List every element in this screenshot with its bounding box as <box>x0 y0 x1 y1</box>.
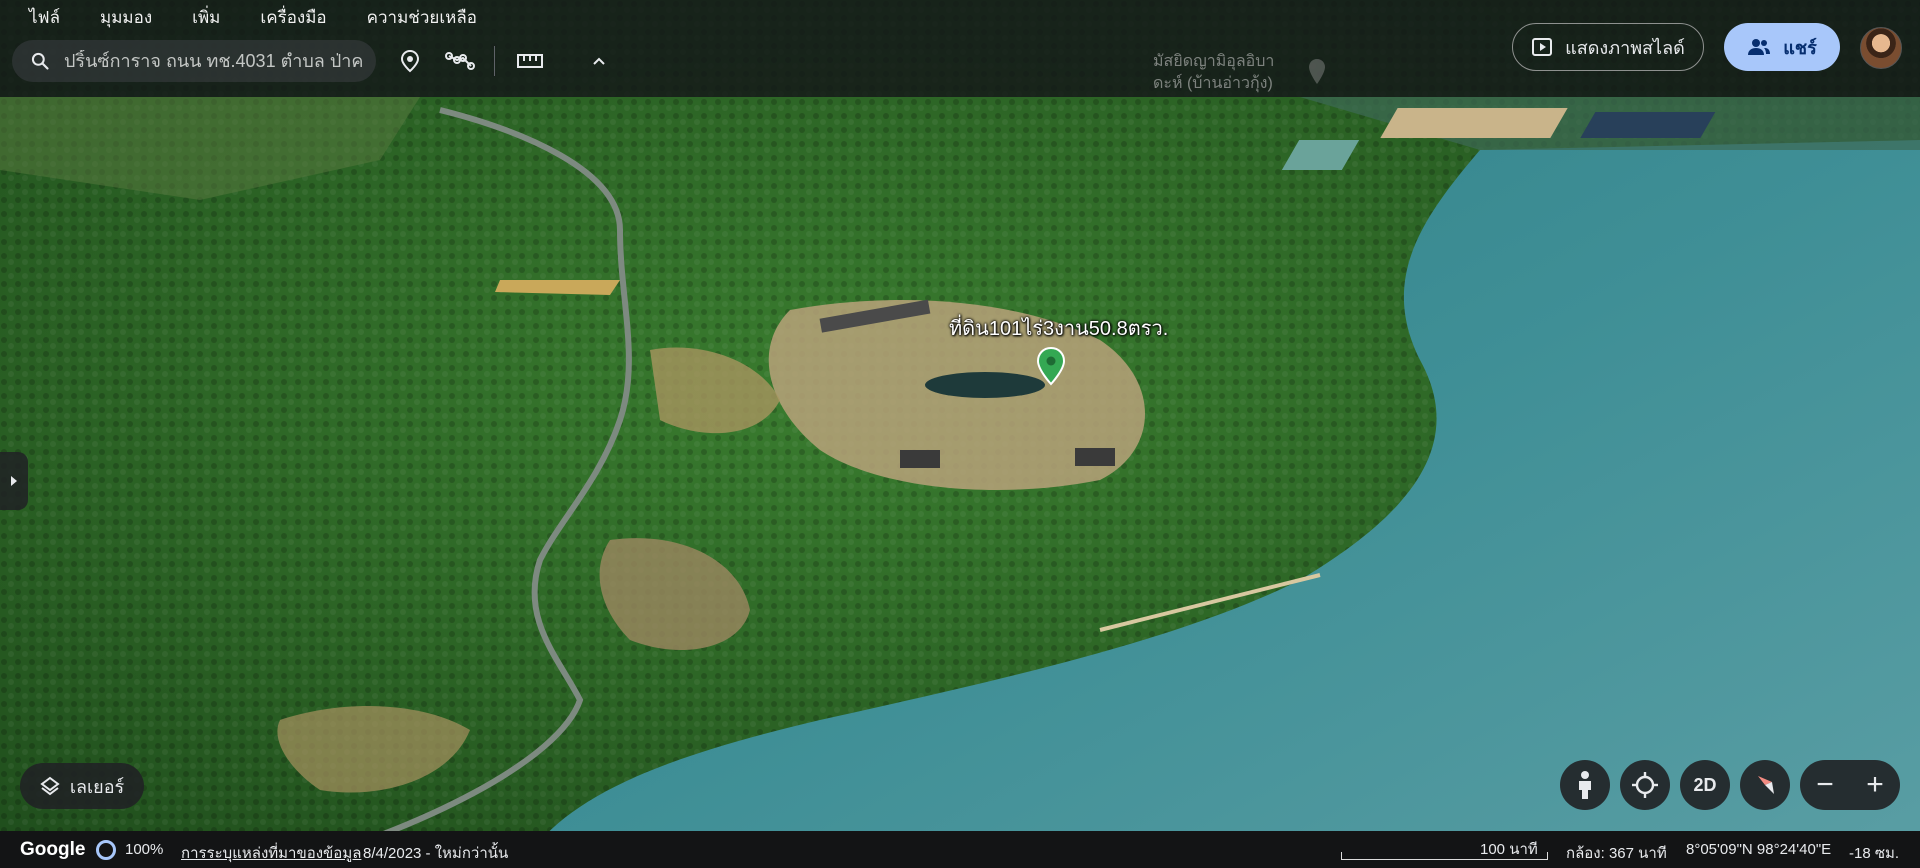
search-icon[interactable] <box>30 51 50 71</box>
pin-icon <box>400 49 420 73</box>
layers-button[interactable]: เลเยอร์ <box>20 763 144 809</box>
compass-icon <box>1758 776 1774 794</box>
compass-button[interactable] <box>1740 760 1790 810</box>
measure-button[interactable] <box>513 44 547 78</box>
chevron-up-icon <box>593 57 605 65</box>
menu-tools[interactable]: เครื่องมือ <box>240 4 346 31</box>
slideshow-label: แสดงภาพสไลด์ <box>1565 37 1685 58</box>
side-panel-toggle[interactable] <box>0 452 28 510</box>
street-view-button[interactable] <box>1560 760 1610 810</box>
path-icon <box>445 52 475 70</box>
google-logo: Google <box>20 839 86 860</box>
menu-view[interactable]: มุมมอง <box>80 4 172 31</box>
ruler-icon <box>517 54 543 68</box>
zoom-out-button[interactable]: − <box>1800 760 1850 810</box>
top-bar: ไฟล์ มุมมอง เพิ่ม เครื่องมือ ความช่วยเหล… <box>0 0 1920 97</box>
layers-icon <box>40 776 60 796</box>
share-button[interactable]: แชร์ <box>1724 23 1840 71</box>
poi-pin-icon[interactable] <box>1307 58 1327 86</box>
menu-bar: ไฟล์ มุมมอง เพิ่ม เครื่องมือ ความช่วยเหล… <box>0 0 497 34</box>
draw-path-button[interactable] <box>443 44 477 78</box>
satellite-imagery <box>0 0 1920 868</box>
poi-label: มัสยิดญามิอุลอิบา ดะห์ (บ้านอ่าวกุ้ง) <box>1153 53 1275 92</box>
chevron-right-icon <box>11 476 17 486</box>
add-placemark-button[interactable] <box>393 44 427 78</box>
collapse-toolbar-button[interactable] <box>582 44 616 78</box>
placemark-pin-icon[interactable] <box>1035 346 1067 386</box>
status-bar: Google 100% การระบุแหล่งที่มาของข้อมูล 8… <box>0 831 1920 868</box>
placemark-label[interactable]: ที่ดิน101ไร่3งาน50.8ตรว. <box>949 312 1168 344</box>
imagery-date[interactable]: 8/4/2023 - ใหม่กว่านั้น <box>363 841 508 865</box>
avatar[interactable] <box>1860 27 1902 69</box>
people-icon <box>1748 39 1771 55</box>
my-location-button[interactable] <box>1620 760 1670 810</box>
layers-label: เลเยอร์ <box>69 776 125 797</box>
slideshow-button[interactable]: แสดงภาพสไลด์ <box>1512 23 1704 71</box>
slideshow-icon <box>1532 38 1553 56</box>
scale-label: 100 นาที <box>1480 841 1538 858</box>
camera-altitude: กล้อง: 367 นาที <box>1566 845 1667 862</box>
toggle-2d-button[interactable]: 2D <box>1680 760 1730 810</box>
menu-add[interactable]: เพิ่ม <box>172 4 240 31</box>
pegman-icon <box>1579 771 1591 799</box>
zoom-controls: − + <box>1800 760 1900 810</box>
menu-file[interactable]: ไฟล์ <box>0 4 80 31</box>
search-input[interactable] <box>62 49 366 73</box>
map-view[interactable] <box>0 0 1920 868</box>
data-attribution-link[interactable]: การระบุแหล่งที่มาของข้อมูล <box>181 841 361 865</box>
zoom-in-button[interactable]: + <box>1850 760 1900 810</box>
toggle-2d-label: 2D <box>1693 774 1717 795</box>
loading-ring-icon <box>96 840 116 860</box>
toolbar-separator <box>494 46 495 76</box>
coordinates: 8°05'09"N 98°24'40"E <box>1686 841 1832 858</box>
search-box[interactable] <box>12 40 376 82</box>
menu-help[interactable]: ความช่วยเหลือ <box>347 4 497 31</box>
share-label: แชร์ <box>1783 37 1817 58</box>
crosshair-icon <box>1632 772 1658 798</box>
load-percent: 100% <box>125 841 164 858</box>
elevation: -18 ซม. <box>1849 845 1900 862</box>
